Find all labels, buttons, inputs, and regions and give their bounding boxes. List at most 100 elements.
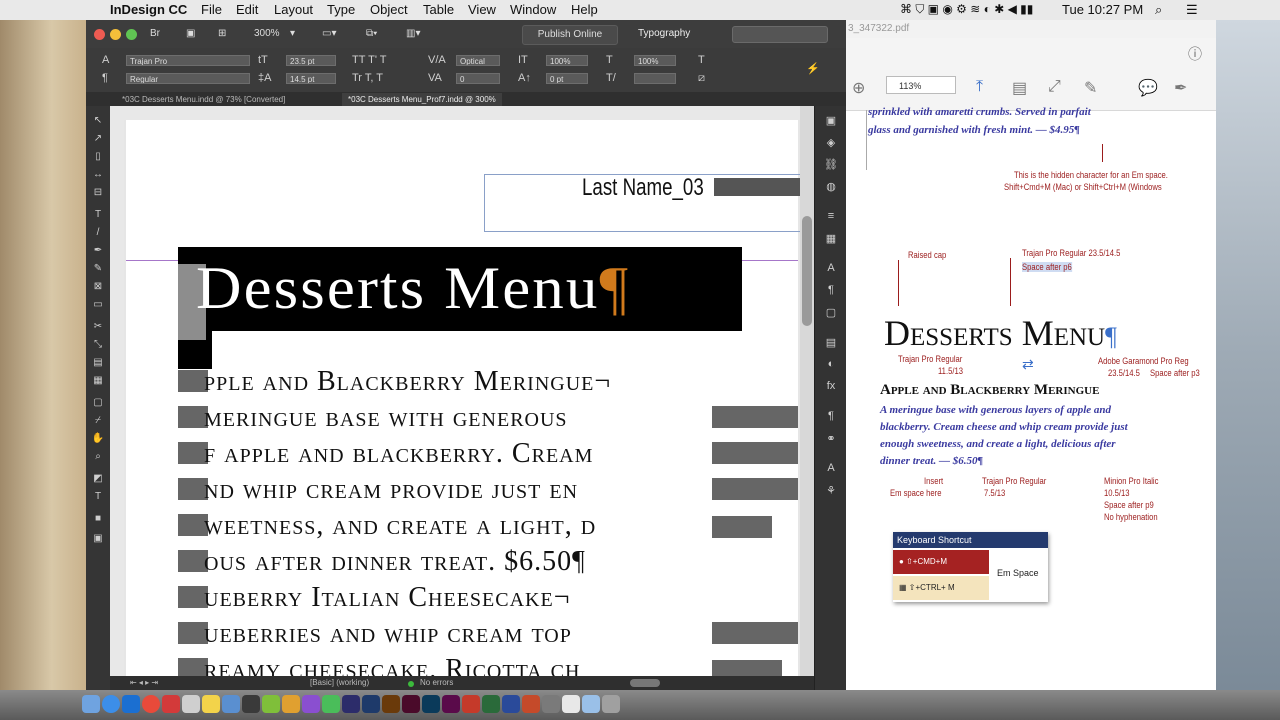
menu-file[interactable]: File [201, 2, 222, 17]
document-canvas[interactable]: Last Name_03 Desserts Menu¶ pple and Bla… [124, 120, 814, 676]
tabs-panel-icon[interactable]: ⚘ [824, 484, 838, 497]
vertical-scale-field[interactable]: 100% [546, 55, 588, 66]
xd-icon[interactable] [442, 695, 460, 713]
preflight-errors[interactable]: No errors [420, 678, 453, 687]
itunes-icon[interactable] [302, 695, 320, 713]
line-tool-icon[interactable]: / [91, 226, 105, 240]
page-thumbnail-icon[interactable]: ▤ [1012, 78, 1027, 98]
menu-type[interactable]: Type [327, 2, 355, 17]
frame-options-icon[interactable]: ⊞ [218, 28, 226, 39]
finder-icon[interactable] [82, 695, 100, 713]
normal-mode-icon[interactable]: ■ [91, 512, 105, 526]
fit-page-icon[interactable]: ⤒ [976, 78, 983, 96]
stroke-panel-icon[interactable]: ≡ [824, 210, 838, 222]
formatting-affects-text-icon[interactable]: T [91, 490, 105, 504]
tab-desserts-menu-prof7[interactable]: *03C Desserts Menu_Prof7.indd @ 300% [342, 93, 502, 106]
notes-icon[interactable] [202, 695, 220, 713]
cc-libraries-icon[interactable]: ◍ [824, 180, 838, 193]
character-styles-icon[interactable]: A [824, 262, 838, 274]
glyphs-panel-icon[interactable]: ⚭ [824, 432, 838, 445]
small-caps-icon[interactable]: Tr T, T [352, 72, 383, 84]
screen-mode-tool-icon[interactable]: ▣ [91, 532, 105, 546]
preview-icon[interactable] [562, 695, 580, 713]
fill-stroke-icon[interactable]: ◩ [91, 472, 105, 486]
links-panel-icon[interactable]: ⛓ [824, 158, 838, 171]
dreamweaver-icon[interactable] [422, 695, 440, 713]
pdf-zoom-select[interactable]: 113% [886, 76, 956, 94]
color-panel-icon[interactable]: ◐ [824, 358, 838, 370]
safari-icon[interactable] [102, 695, 120, 713]
system-preferences-icon[interactable] [542, 695, 560, 713]
font-style-field[interactable]: Regular [126, 73, 250, 84]
indesign-dock-icon[interactable] [402, 695, 420, 713]
effects-panel-icon[interactable]: fx [824, 380, 838, 392]
font-size-field[interactable]: 23.5 pt [286, 55, 336, 66]
acrobat-icon[interactable] [462, 695, 480, 713]
app-store-icon[interactable] [122, 695, 140, 713]
photos-icon[interactable] [282, 695, 300, 713]
stroke-color-icon[interactable]: ⧄ [698, 72, 705, 85]
full-screen-icon[interactable]: ⤢ [1048, 78, 1061, 96]
adobe-stock-search-input[interactable] [732, 26, 828, 43]
leading-field[interactable]: 14.5 pt [286, 73, 336, 84]
photoshop-icon[interactable] [362, 695, 380, 713]
hand-tool-icon[interactable]: ✋ [91, 432, 105, 446]
comment-icon[interactable]: 💬 [1138, 78, 1158, 98]
direct-selection-tool-icon[interactable]: ↗ [91, 132, 105, 146]
baseline-shift-field[interactable]: 0 pt [546, 73, 588, 84]
free-transform-tool-icon[interactable]: ⤡ [91, 338, 105, 352]
arrange-documents-icon[interactable]: ⧉▾ [366, 28, 377, 39]
sign-icon[interactable]: ✒ [1174, 78, 1187, 98]
gradient-swatch-tool-icon[interactable]: ▤ [91, 356, 105, 370]
skew-field[interactable] [634, 73, 676, 84]
terminal-icon[interactable] [242, 695, 260, 713]
paragraph-formatting-icon[interactable]: ¶ [102, 72, 108, 84]
contacts-icon[interactable] [182, 695, 200, 713]
content-collector-icon[interactable]: ⊟ [91, 186, 105, 200]
downloads-icon[interactable] [582, 695, 600, 713]
scrollbar-thumb[interactable] [802, 216, 812, 326]
eyedropper-tool-icon[interactable]: ⌿ [91, 414, 105, 428]
spotlight-search-icon[interactable]: ⌕ [1155, 2, 1162, 18]
close-window-button[interactable] [94, 29, 105, 40]
page-navigation-icon[interactable]: ⇤ ◂ ▸ ⇥ [130, 678, 158, 687]
character-panel-icon[interactable]: A [824, 462, 838, 474]
horizontal-scroll-thumb[interactable] [630, 679, 660, 687]
workspace-switcher[interactable]: Typography [638, 28, 690, 39]
status-icons[interactable]: ⌘ ⛉ ▣ ◉ ⚙ ≋ ◐ ✱ ◀ ▮▮ [900, 2, 1033, 17]
document-page[interactable]: Last Name_03 Desserts Menu¶ pple and Bla… [126, 120, 802, 676]
gap-tool-icon[interactable]: ↔ [91, 168, 105, 182]
clock[interactable]: Tue 10:27 PM [1062, 2, 1143, 17]
all-caps-icon[interactable]: TT T' T [352, 54, 387, 66]
menu-help[interactable]: Help [571, 2, 598, 17]
vertical-scrollbar[interactable] [800, 106, 814, 676]
rectangle-frame-tool-icon[interactable]: ⊠ [91, 280, 105, 294]
paragraph-panel-icon[interactable]: ¶ [824, 410, 838, 422]
mail-icon[interactable] [222, 695, 240, 713]
pages-panel-icon[interactable]: ▣ [824, 114, 838, 127]
highlight-tool-icon[interactable]: ✎ [1084, 78, 1097, 98]
note-tool-icon[interactable]: ▢ [91, 396, 105, 410]
illustrator-icon[interactable] [382, 695, 400, 713]
pen-tool-icon[interactable]: ✒ [91, 244, 105, 258]
menu-view[interactable]: View [468, 2, 496, 17]
menu-edit[interactable]: Edit [236, 2, 258, 17]
powerpoint-icon[interactable] [522, 695, 540, 713]
chevron-down-icon[interactable]: ▾ [290, 28, 295, 39]
word-icon[interactable] [502, 695, 520, 713]
pencil-tool-icon[interactable]: ✎ [91, 262, 105, 276]
preflight-profile-select[interactable]: [Basic] (working) [310, 678, 369, 687]
zoom-window-button[interactable] [126, 29, 137, 40]
screen-mode-icon[interactable]: ▭▾ [322, 28, 336, 39]
fill-color-icon[interactable]: T [698, 54, 705, 66]
facetime-icon[interactable] [322, 695, 340, 713]
menu-layout[interactable]: Layout [274, 2, 313, 17]
vertical-ruler[interactable] [110, 120, 125, 676]
text-wrap-icon[interactable]: ▤ [824, 336, 838, 349]
character-formatting-icon[interactable]: A [102, 54, 109, 66]
zoom-tool-icon[interactable]: ⌕ [91, 450, 105, 464]
menu-window[interactable]: Window [510, 2, 556, 17]
publish-online-button[interactable]: Publish Online [522, 25, 618, 45]
zoom-in-icon[interactable]: ⊕ [852, 78, 865, 98]
excel-icon[interactable] [482, 695, 500, 713]
